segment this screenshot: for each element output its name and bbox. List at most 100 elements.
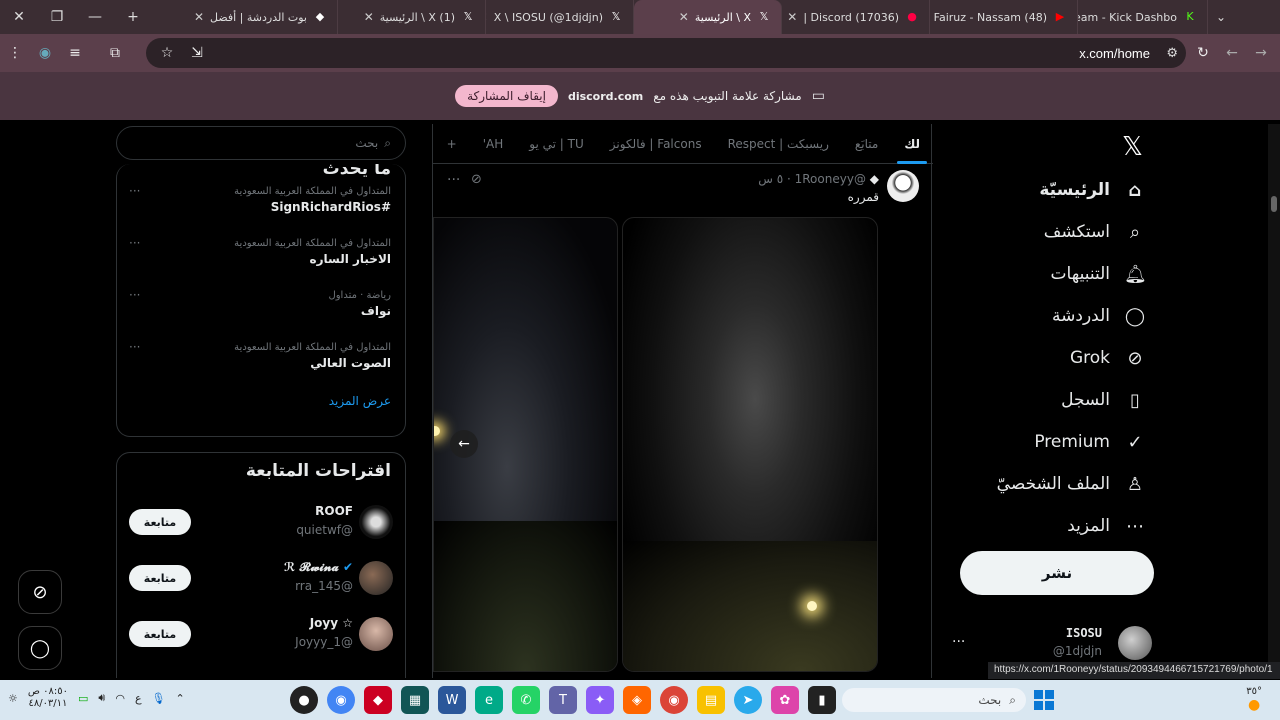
reload-icon[interactable]: ↻: [1188, 45, 1218, 61]
search-input[interactable]: ⌕ بحث: [116, 126, 406, 160]
sidebar-item-chat[interactable]: الدردشة ◯: [956, 295, 1146, 337]
sidebar-item-premium[interactable]: Premium ✓: [956, 421, 1146, 463]
tweet-photo[interactable]: [622, 217, 878, 672]
follow-button[interactable]: متابعة: [129, 621, 191, 647]
tab-respect[interactable]: ريسبكت | Respect: [715, 124, 842, 164]
taskbar-search[interactable]: ⌕ بحث: [842, 688, 1026, 712]
browser-tab[interactable]: ▶ (48) Fairuz - Nassam ✕: [930, 0, 1078, 34]
extensions-icon[interactable]: ⧉: [100, 45, 130, 61]
tab-following[interactable]: متابَع: [842, 124, 891, 164]
language-icon[interactable]: ع: [135, 692, 142, 705]
more-options-icon[interactable]: ···: [129, 236, 140, 250]
trend-item[interactable]: المتداول في المملكة العربية السعودية الا…: [117, 232, 405, 284]
show-hidden-icons[interactable]: ⌃: [176, 692, 185, 705]
close-tab-icon[interactable]: ✕: [679, 10, 689, 24]
follow-suggestion[interactable]: ☆ Joyy @1_Joyyy متابعة: [117, 611, 405, 667]
wifi-icon[interactable]: ◠: [115, 692, 125, 705]
trend-item[interactable]: رياضة · متداول نواف ···: [117, 284, 405, 336]
post-button[interactable]: نشر: [960, 551, 1154, 595]
photos-icon[interactable]: ✿: [771, 686, 799, 714]
avatar[interactable]: [887, 170, 919, 202]
close-tab-icon[interactable]: ✕: [194, 10, 204, 24]
grok-icon[interactable]: ⊘: [471, 172, 482, 187]
tweet-time[interactable]: ٥ س: [758, 172, 783, 186]
sidebar-item-notifications[interactable]: التنبيهات 🔔︎: [956, 253, 1147, 295]
back-icon[interactable]: ←: [1217, 45, 1247, 61]
grok-floating-button[interactable]: ⊘: [18, 570, 62, 614]
forward-icon[interactable]: →: [1246, 45, 1276, 61]
restore-window-button[interactable]: ❐: [38, 9, 76, 25]
install-app-icon[interactable]: ⇲: [182, 45, 212, 61]
follow-button[interactable]: متابعة: [129, 565, 191, 591]
edge-icon[interactable]: e: [475, 686, 503, 714]
more-options-icon[interactable]: ···: [447, 172, 460, 188]
close-window-button[interactable]: ✕: [0, 9, 38, 25]
more-options-icon[interactable]: ···: [129, 288, 140, 302]
microphone-icon[interactable]: 🎙︎: [152, 692, 166, 705]
close-tab-icon[interactable]: ✕: [364, 10, 374, 24]
show-more-link[interactable]: عرض المزيد: [117, 388, 405, 414]
sidebar-item-home[interactable]: الرئيسيّة ⌂: [956, 169, 1146, 211]
follow-suggestion[interactable]: ✔ ℛ 𝓡𝔀𝓲𝓷𝓪 @rra_145 متابعة: [117, 555, 405, 611]
browser-tab[interactable]: ● (17036) Discord | ✕: [782, 0, 930, 34]
trend-item[interactable]: المتداول في المملكة العربية السعودية الص…: [117, 336, 405, 388]
teams-icon[interactable]: T: [549, 686, 577, 714]
close-tab-icon[interactable]: ✕: [486, 10, 488, 24]
add-tab-icon[interactable]: +: [434, 124, 470, 164]
chrome-alt-icon[interactable]: ◉: [660, 686, 688, 714]
browser-tab[interactable]: ◆ بوت الدردشة | أفضل ✕: [190, 0, 338, 34]
browser-tab[interactable]: 𝕏 (1) X \ الرئيسية ✕: [338, 0, 486, 34]
more-options-icon[interactable]: ···: [129, 340, 140, 354]
tab-for-you[interactable]: لك: [891, 124, 933, 164]
word-icon[interactable]: W: [438, 686, 466, 714]
sidebar-item-more[interactable]: المزيد ⋯: [956, 505, 1146, 547]
shield-app-icon[interactable]: ◆: [364, 686, 392, 714]
scrollbar-thumb[interactable]: [1271, 196, 1277, 212]
account-switcher[interactable]: ··· ISOSU @1djdjn: [946, 624, 1156, 664]
weather-icon[interactable]: ☼: [8, 692, 18, 705]
new-tab-button[interactable]: +: [114, 9, 152, 25]
weather-widget[interactable]: ٣٥° ●: [1246, 686, 1262, 713]
browser-tab[interactable]: K Stream - Kick Dashbo: [1078, 0, 1208, 34]
follow-button[interactable]: متابعة: [129, 509, 191, 535]
terminal-icon[interactable]: ▮: [808, 686, 836, 714]
site-settings-icon[interactable]: ⚙: [1166, 46, 1178, 61]
tweet-handle[interactable]: @1Rooneyy: [795, 172, 866, 186]
tab-ah[interactable]: AH': [470, 124, 517, 164]
media-control-icon[interactable]: ≡: [60, 45, 90, 61]
app-grid-icon[interactable]: ▦: [401, 686, 429, 714]
obs-icon[interactable]: ●: [290, 686, 318, 714]
battery-icon[interactable]: ▭: [78, 692, 88, 705]
url-field[interactable]: ☆ ⇲ x.com/home ⚙: [146, 38, 1186, 68]
stop-sharing-button[interactable]: إيقاف المشاركة: [455, 85, 558, 107]
sidebar-item-explore[interactable]: استكشف ⌕: [956, 211, 1146, 253]
x-logo-icon[interactable]: 𝕏: [1122, 132, 1143, 162]
sidebar-item-profile[interactable]: الملف الشخصيّ ♙: [956, 463, 1146, 505]
telegram-icon[interactable]: ➤: [734, 686, 762, 714]
file-explorer-icon[interactable]: ▤: [697, 686, 725, 714]
browser-tab[interactable]: 𝕏 X \ ISOSU (@1djdjn) ✕: [486, 0, 634, 34]
tab-search-icon[interactable]: ⌄: [1216, 10, 1226, 24]
whatsapp-icon[interactable]: ✆: [512, 686, 540, 714]
windows-start-icon[interactable]: [1034, 690, 1054, 710]
minimize-window-button[interactable]: —: [76, 9, 114, 25]
chrome-icon[interactable]: ◉: [327, 686, 355, 714]
close-tab-icon[interactable]: ✕: [787, 10, 797, 24]
tab-tu[interactable]: TU | تي يو: [516, 124, 597, 164]
tab-falcons[interactable]: Falcons | فالكونز: [597, 124, 715, 164]
sidebar-item-grok[interactable]: Grok ⊘: [956, 337, 1146, 379]
volume-icon[interactable]: 🔊︎: [98, 691, 105, 705]
trend-item[interactable]: المتداول في المملكة العربية السعودية #Si…: [117, 180, 405, 232]
sidebar-item-bookmarks[interactable]: السجل ▯: [956, 379, 1146, 421]
follow-suggestion[interactable]: ROOF @quietwf متابعة: [117, 499, 405, 555]
brave-icon[interactable]: ◈: [623, 686, 651, 714]
carousel-prev-button[interactable]: ←: [450, 430, 478, 458]
more-options-icon[interactable]: ···: [129, 184, 140, 198]
profile-avatar-icon[interactable]: ◉: [30, 45, 60, 61]
chat-floating-button[interactable]: ◯: [18, 626, 62, 670]
bookmark-star-icon[interactable]: ☆: [152, 45, 182, 61]
copilot-icon[interactable]: ✦: [586, 686, 614, 714]
clock[interactable]: ٠٨:٥٠ ص ٤٨/٠٣/١١: [28, 686, 68, 710]
more-options-icon[interactable]: ···: [952, 634, 965, 650]
menu-icon[interactable]: ⋮: [0, 45, 30, 61]
